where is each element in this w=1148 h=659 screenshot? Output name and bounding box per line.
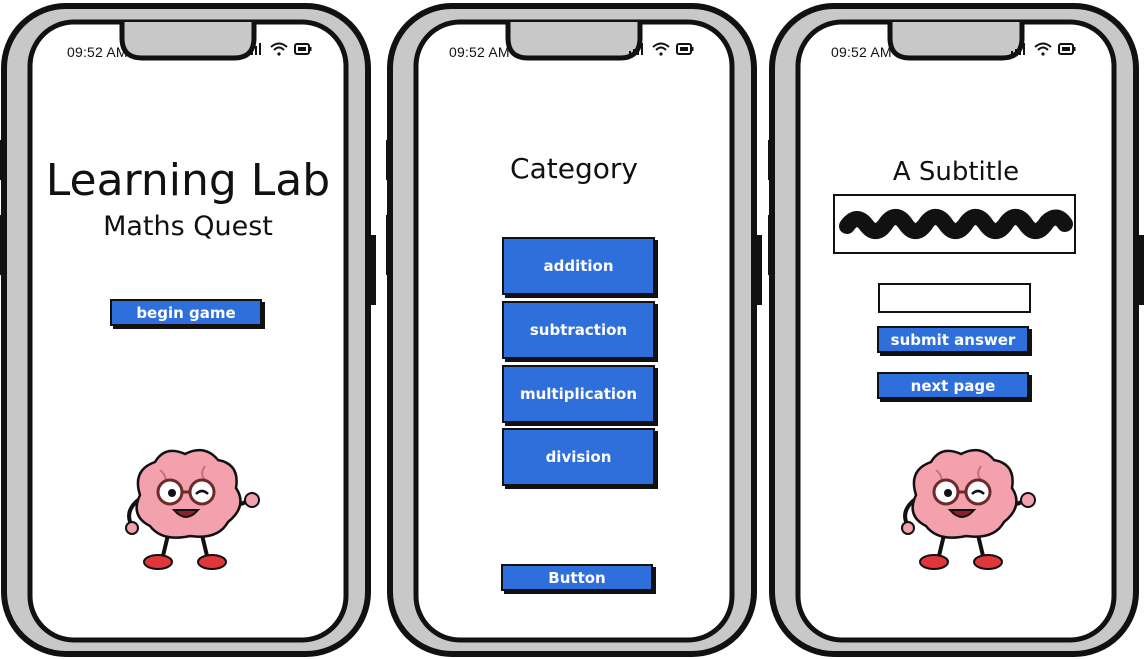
category-button-multiplication[interactable]: multiplication	[502, 365, 655, 423]
battery-icon	[1058, 43, 1076, 55]
status-time: 09:52 AM	[449, 44, 510, 60]
wifi-icon	[1034, 42, 1052, 56]
battery-icon	[676, 43, 694, 55]
question-text-placeholder	[833, 194, 1076, 254]
category-button-division[interactable]: division	[502, 428, 655, 486]
submit-answer-button[interactable]: submit answer	[877, 326, 1029, 353]
signal-icon	[629, 43, 643, 55]
status-icons	[1010, 42, 1076, 56]
brain-mascot-icon	[901, 448, 1036, 570]
page-title: A Subtitle	[892, 157, 1020, 187]
brain-mascot-icon	[125, 448, 260, 570]
scribble-icon	[839, 208, 1073, 240]
wifi-icon	[652, 42, 670, 56]
begin-game-button[interactable]: begin game	[110, 299, 262, 326]
page-subtitle: Maths Quest	[103, 211, 273, 242]
phone-screen-category: 09:52 AM Category addition subtraction m…	[386, 0, 762, 659]
signal-icon	[1011, 43, 1025, 55]
phone-screen-home: 09:52 AM Learning Lab Maths Quest begin …	[0, 0, 376, 659]
status-icons	[628, 42, 694, 56]
category-button-subtraction[interactable]: subtraction	[502, 301, 655, 359]
battery-icon	[294, 43, 312, 55]
wifi-icon	[270, 42, 288, 56]
category-button-addition[interactable]: addition	[502, 237, 655, 295]
status-time: 09:52 AM	[67, 44, 128, 60]
page-title: Category	[510, 152, 638, 185]
bottom-button[interactable]: Button	[501, 564, 653, 591]
phone-screen-question: 09:52 AM A Subtitle submit answer next p…	[768, 0, 1144, 659]
next-page-button[interactable]: next page	[877, 372, 1029, 399]
status-icons	[246, 42, 312, 56]
answer-input[interactable]	[878, 283, 1031, 313]
status-time: 09:52 AM	[831, 44, 892, 60]
signal-icon	[247, 43, 261, 55]
page-title: Learning Lab	[45, 155, 331, 206]
